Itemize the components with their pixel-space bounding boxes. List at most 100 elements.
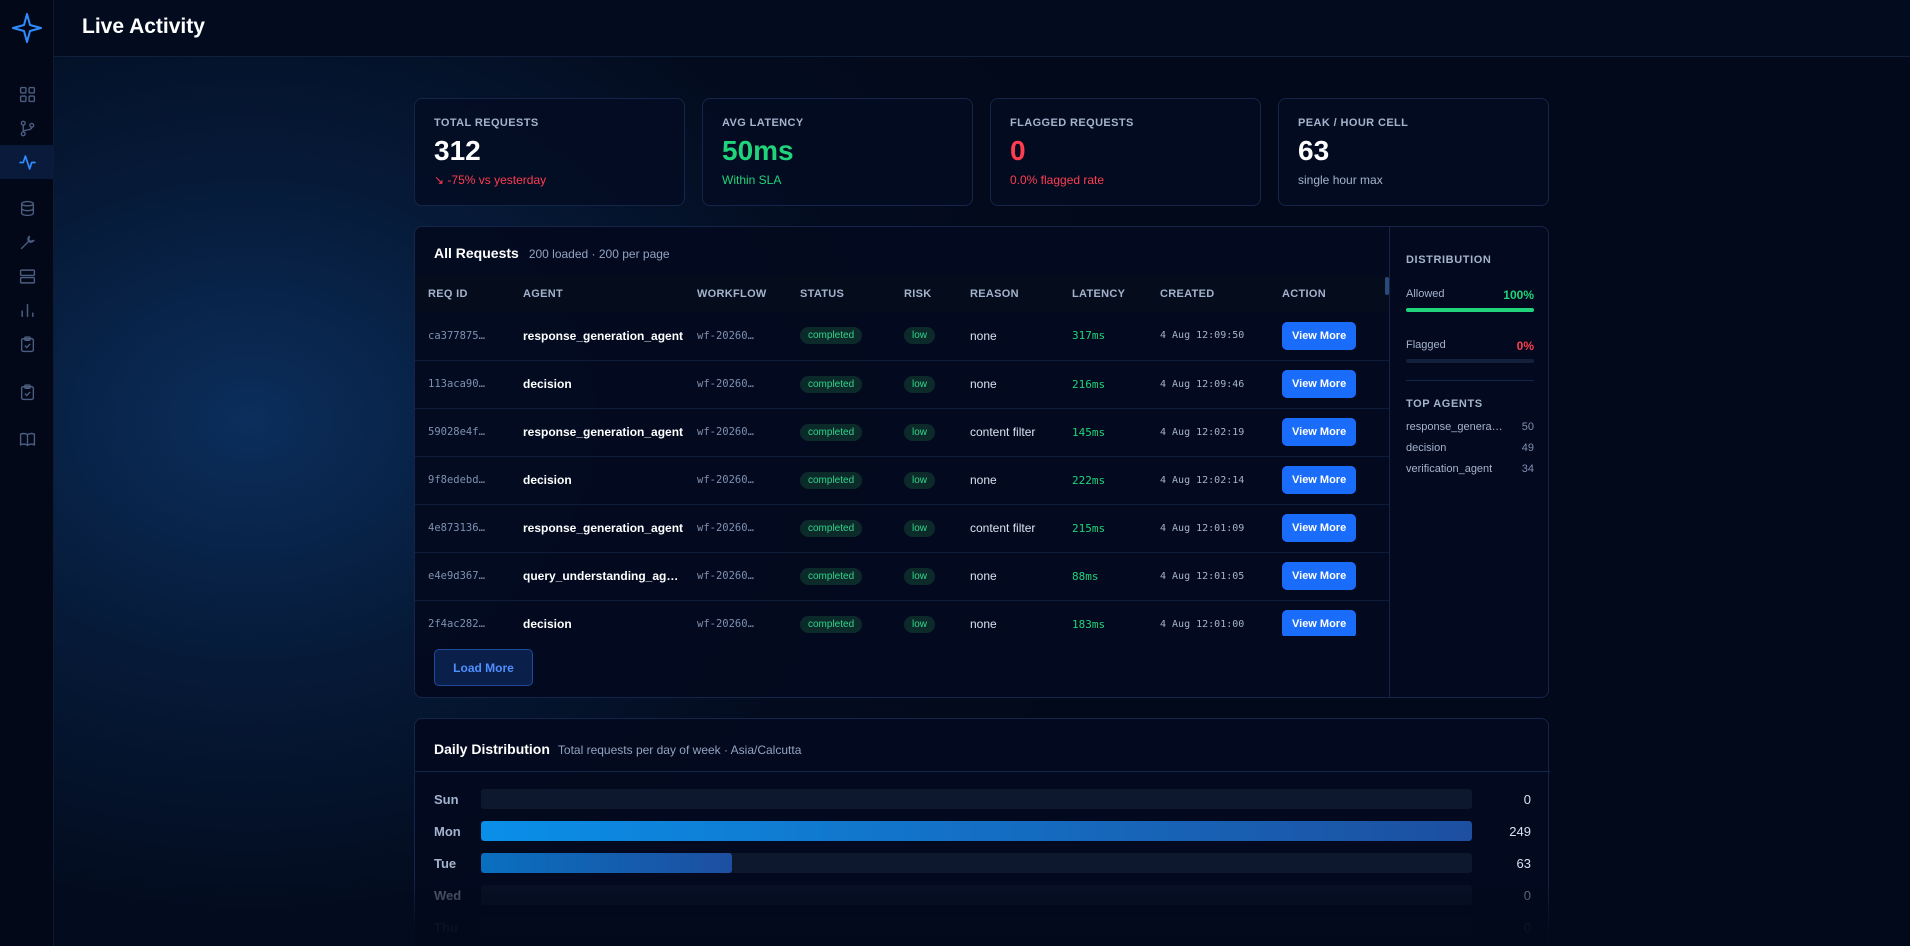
- table-row[interactable]: e4e9d367… query_understanding_age… wf-2026…: [415, 552, 1389, 600]
- top-agent-name: decision: [1406, 442, 1447, 454]
- req-id-cell: 2f4ac282…: [428, 618, 485, 630]
- view-more-button[interactable]: View More: [1282, 562, 1357, 590]
- logo-icon[interactable]: [9, 10, 45, 46]
- status-cell: completed: [787, 456, 891, 504]
- agent-cell: response_generation_agent: [523, 328, 684, 343]
- top-bar: Live Activity: [54, 0, 1910, 57]
- latency-cell: 215ms: [1072, 521, 1106, 535]
- action-cell: View More: [1269, 600, 1389, 636]
- stat-sub: Within SLA: [722, 173, 782, 187]
- column-header[interactable]: REQ ID: [415, 276, 510, 312]
- stat-sub-text: -75% vs yesterday: [447, 173, 547, 187]
- daily-title: Daily Distribution: [434, 741, 550, 757]
- requests-table-container[interactable]: REQ ID AGENT WORKFLOW STATUS RISK REASON…: [415, 276, 1389, 636]
- agent-cell: response_generation_agent: [523, 425, 684, 439]
- latency-cell: 183ms: [1072, 617, 1106, 631]
- agent-cell: decision: [523, 617, 572, 631]
- created-cell: 4 Aug 12:01:05: [1160, 570, 1245, 582]
- scroll-fade-overlay: [414, 880, 1549, 946]
- day-count: 63: [1516, 856, 1531, 871]
- column-header[interactable]: RISK: [891, 276, 957, 312]
- column-header[interactable]: AGENT: [510, 276, 684, 312]
- column-header[interactable]: LATENCY: [1059, 276, 1147, 312]
- action-cell: View More: [1269, 504, 1389, 552]
- risk-badge: low: [904, 615, 936, 633]
- action-cell: View More: [1269, 408, 1389, 456]
- reason-cell: none: [970, 328, 997, 343]
- day-bar-row: Mon 249: [434, 820, 1531, 842]
- agent-cell: decision: [523, 377, 572, 391]
- clipboard-check-icon[interactable]: [0, 327, 54, 361]
- column-header[interactable]: STATUS: [787, 276, 891, 312]
- day-count: 0: [1523, 792, 1531, 807]
- view-more-button[interactable]: View More: [1282, 466, 1357, 494]
- top-agents-title: TOP AGENTS: [1406, 398, 1483, 410]
- risk-badge: low: [904, 423, 936, 441]
- table-row[interactable]: 2f4ac282… decision wf-20260… completed low no…: [415, 600, 1389, 636]
- view-more-button[interactable]: View More: [1282, 514, 1357, 542]
- table-row[interactable]: 9f8edebd… decision wf-20260… completed low no…: [415, 456, 1389, 504]
- top-agent-count: 34: [1521, 463, 1534, 475]
- divider: [1406, 380, 1534, 381]
- stat-card-avg-latency: AVG LATENCY 50ms Within SLA: [702, 98, 973, 206]
- allowed-label: Allowed: [1406, 288, 1445, 300]
- workflow-cell: wf-20260…: [697, 570, 754, 582]
- sidebar: [0, 0, 54, 946]
- day-count: 249: [1509, 824, 1531, 839]
- risk-badge: low: [904, 519, 936, 537]
- stat-card-flagged-requests: FLAGGED REQUESTS 0 0.0% flagged rate: [990, 98, 1261, 206]
- day-label: Mon: [434, 824, 461, 839]
- action-cell: View More: [1269, 552, 1389, 600]
- latency-cell: 216ms: [1072, 377, 1106, 391]
- reason-cell: none: [970, 473, 997, 487]
- stat-label: FLAGGED REQUESTS: [1010, 117, 1134, 129]
- column-header[interactable]: WORKFLOW: [684, 276, 787, 312]
- top-agent-row: decision 49: [1406, 442, 1534, 454]
- view-more-button[interactable]: View More: [1282, 321, 1357, 350]
- stat-label: TOTAL REQUESTS: [434, 117, 539, 129]
- tools-wrench-icon[interactable]: [0, 225, 54, 259]
- latency-cell: 145ms: [1072, 425, 1106, 439]
- view-more-button[interactable]: View More: [1282, 610, 1357, 636]
- risk-cell: low: [891, 456, 957, 504]
- table-header-row: REQ ID AGENT WORKFLOW STATUS RISK REASON…: [415, 276, 1389, 312]
- top-agent-row: response_genera… 50: [1406, 421, 1534, 433]
- latency-cell: 317ms: [1072, 329, 1106, 343]
- workflow-branch-icon[interactable]: [0, 111, 54, 145]
- book-icon[interactable]: [0, 422, 54, 456]
- flagged-label: Flagged: [1406, 339, 1446, 351]
- agent-cell: response_generation_agent: [523, 521, 684, 535]
- workflow-cell: wf-20260…: [697, 378, 754, 390]
- reason-cell: none: [970, 617, 997, 631]
- column-header[interactable]: REASON: [957, 276, 1059, 312]
- trend-down-icon: ↘: [434, 173, 445, 187]
- divider: [415, 771, 1550, 772]
- view-more-button[interactable]: View More: [1282, 370, 1357, 398]
- server-stack-icon[interactable]: [0, 259, 54, 293]
- dashboard-grid-icon[interactable]: [0, 77, 54, 111]
- column-header[interactable]: CREATED: [1147, 276, 1269, 312]
- day-bar-track: [481, 789, 1472, 809]
- database-icon[interactable]: [0, 191, 54, 225]
- status-badge: completed: [800, 327, 863, 345]
- risk-badge: low: [904, 471, 936, 489]
- load-more-button[interactable]: Load More: [434, 649, 533, 686]
- status-badge: completed: [800, 423, 863, 441]
- bar-chart-icon[interactable]: [0, 293, 54, 327]
- clipboard-check-2-icon[interactable]: [0, 375, 54, 409]
- flagged-row: Flagged 0%: [1406, 339, 1534, 353]
- status-cell: completed: [787, 504, 891, 552]
- stat-label: AVG LATENCY: [722, 117, 804, 129]
- status-cell: completed: [787, 312, 891, 360]
- table-row[interactable]: 113aca90… decision wf-20260… completed low no…: [415, 360, 1389, 408]
- table-row[interactable]: 59028e4f… response_generation_agent wf-202…: [415, 408, 1389, 456]
- activity-pulse-icon[interactable]: [0, 145, 54, 179]
- table-row[interactable]: ca377875… response_generation_agent wf-202…: [415, 312, 1389, 360]
- stat-label: PEAK / HOUR CELL: [1298, 117, 1409, 129]
- table-row[interactable]: 4e873136… response_generation_agent wf-202…: [415, 504, 1389, 552]
- view-more-button[interactable]: View More: [1282, 418, 1357, 446]
- workflow-cell: wf-20260…: [697, 329, 754, 342]
- workflow-cell: wf-20260…: [697, 474, 754, 486]
- risk-cell: low: [891, 600, 957, 636]
- day-bar-row: Tue 63: [434, 852, 1531, 874]
